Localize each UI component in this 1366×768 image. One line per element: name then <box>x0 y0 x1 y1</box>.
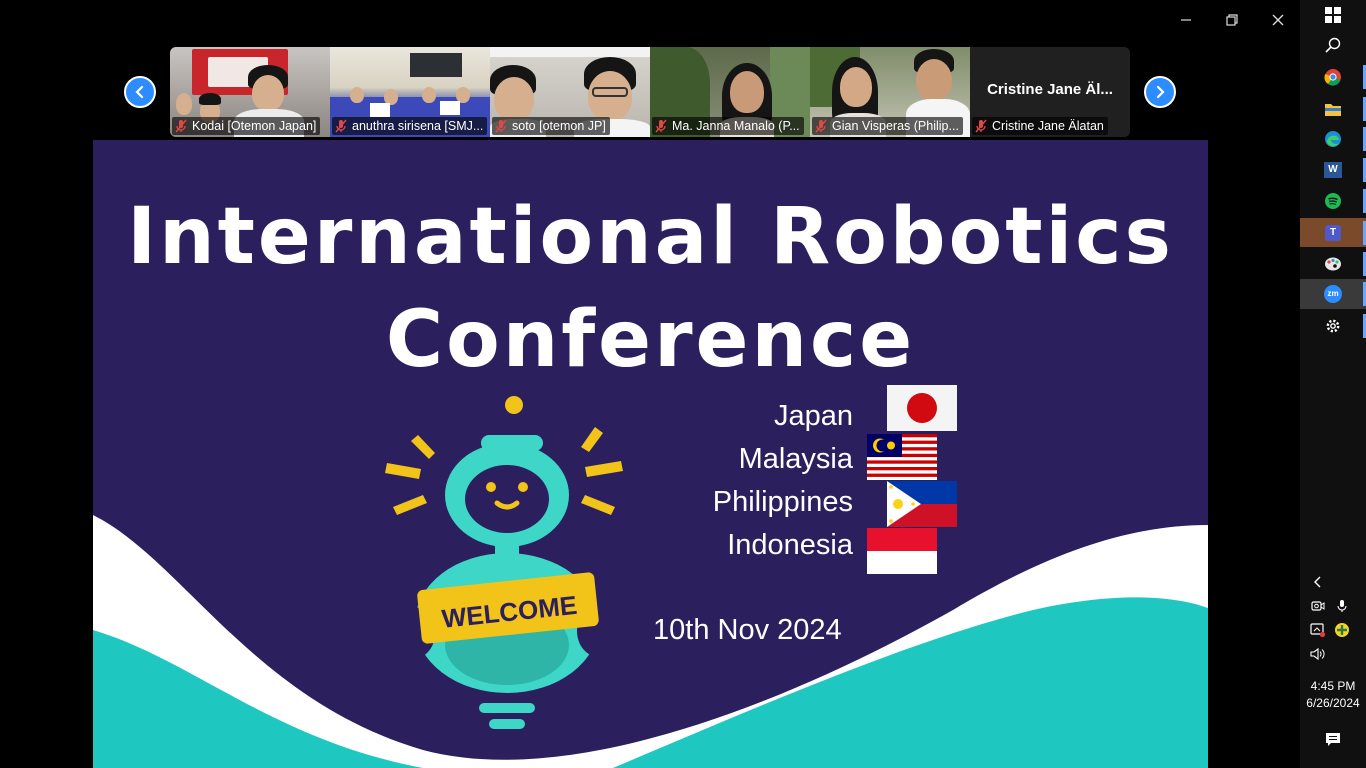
windows-start-icon[interactable] <box>1300 0 1366 30</box>
network-status-tray-icon[interactable] <box>1332 620 1352 640</box>
teams-icon[interactable]: T <box>1300 218 1366 247</box>
japan-flag-icon <box>887 385 957 431</box>
clock-time[interactable]: 4:45 PM <box>1300 678 1366 694</box>
participant-name: anuthra sirisena [SMJ... <box>332 117 488 135</box>
indonesia-flag-icon <box>867 528 937 574</box>
paint-icon[interactable] <box>1300 249 1366 279</box>
country-label-indonesia: Indonesia <box>727 529 853 561</box>
participant-tile[interactable]: Kodai [Otemon Japan] <box>170 47 330 137</box>
show-hidden-icons-chevron-icon[interactable] <box>1308 572 1328 592</box>
participant-tile[interactable]: anuthra sirisena [SMJ... <box>330 47 490 137</box>
desktop-screen: Kodai [Otemon Japan] anuthra sirisena [S… <box>0 0 1366 768</box>
settings-icon[interactable] <box>1300 311 1366 341</box>
word-icon[interactable]: W <box>1300 155 1366 185</box>
spotify-icon[interactable] <box>1300 186 1366 216</box>
restore-icon[interactable] <box>1220 8 1244 32</box>
muted-mic-icon <box>335 119 347 133</box>
participant-tile[interactable]: soto [otemon JP] <box>490 47 650 137</box>
participant-name: Ma. Janna Manalo (P... <box>652 117 804 135</box>
conference-date: 10th Nov 2024 <box>653 614 842 646</box>
close-icon[interactable] <box>1266 8 1290 32</box>
muted-mic-icon <box>975 119 987 133</box>
philippines-flag-icon <box>887 481 957 527</box>
microphone-tray-icon[interactable] <box>1332 596 1352 616</box>
next-page-button[interactable] <box>1144 76 1176 108</box>
zoom-icon[interactable]: zm <box>1300 279 1366 309</box>
participant-name: Gian Visperas (Philip... <box>812 117 963 135</box>
participant-tile[interactable]: Cristine Jane Äl... Cristine Jane Älatan <box>970 47 1130 137</box>
participant-tile[interactable]: Gian Visperas (Philip... <box>810 47 970 137</box>
muted-mic-icon <box>815 119 827 133</box>
edge-icon[interactable] <box>1300 124 1366 154</box>
shared-screen-slide: International Robotics Conference WELCOM… <box>93 140 1208 768</box>
volume-icon[interactable] <box>1308 644 1328 664</box>
malaysia-flag-icon <box>867 434 937 480</box>
country-label-malaysia: Malaysia <box>738 443 853 475</box>
chevron-left-icon <box>135 85 144 99</box>
muted-mic-icon <box>495 119 507 133</box>
muted-mic-icon <box>655 119 667 133</box>
minimize-icon[interactable] <box>1174 8 1198 32</box>
previous-page-button[interactable] <box>124 76 156 108</box>
file-explorer-icon[interactable] <box>1300 94 1366 124</box>
participant-name: Cristine Jane Älatan <box>972 117 1108 135</box>
muted-mic-icon <box>175 119 187 133</box>
slide-title-line2: Conference <box>385 295 916 385</box>
chrome-icon[interactable] <box>1300 62 1366 92</box>
clock-date[interactable]: 6/26/2024 <box>1300 695 1366 711</box>
participant-tile[interactable]: Ma. Janna Manalo (P... <box>650 47 810 137</box>
country-label-philippines: Philippines <box>712 486 853 518</box>
camera-tray-icon[interactable] <box>1308 596 1328 616</box>
participant-strip: Kodai [Otemon Japan] anuthra sirisena [S… <box>170 47 1130 137</box>
windows-taskbar: W T zm 4:45 PM 6/26/2024 <box>1300 0 1366 768</box>
participant-name: Kodai [Otemon Japan] <box>172 117 321 135</box>
slide-title-line1: International Robotics <box>127 192 1174 282</box>
search-icon[interactable] <box>1300 30 1366 60</box>
screen-share-tray-icon[interactable] <box>1308 620 1328 640</box>
notification-center-icon[interactable] <box>1323 729 1343 749</box>
participant-display-name: Cristine Jane Äl... <box>987 81 1113 98</box>
chevron-right-icon <box>1156 85 1165 99</box>
participant-name: soto [otemon JP] <box>492 117 610 135</box>
country-label-japan: Japan <box>773 400 853 432</box>
